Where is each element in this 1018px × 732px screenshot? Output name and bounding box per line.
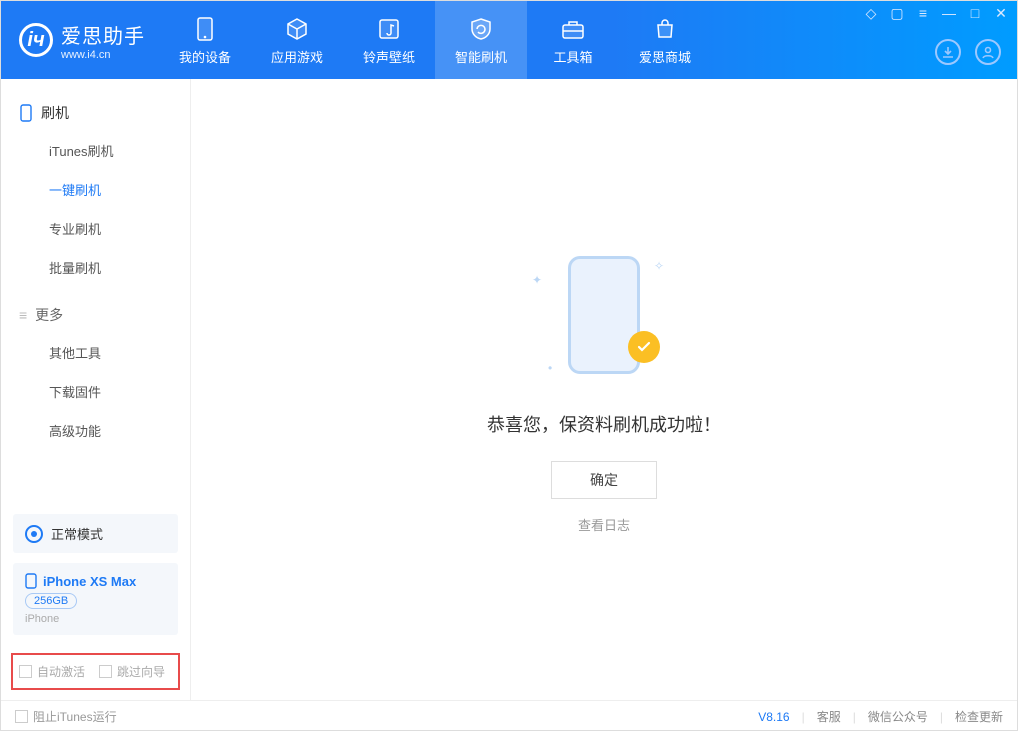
sidebar-item-download-firmware[interactable]: 下载固件 xyxy=(1,372,190,411)
device-name: iPhone XS Max xyxy=(43,574,136,589)
maximize-icon[interactable]: □ xyxy=(967,5,983,21)
main-content: ✦ ✧ • 恭喜您，保资料刷机成功啦！ 确定 查看日志 xyxy=(191,79,1017,700)
ok-button[interactable]: 确定 xyxy=(551,461,657,499)
nav-my-device[interactable]: 我的设备 xyxy=(159,1,251,79)
top-nav: 我的设备 应用游戏 铃声壁纸 智能刷机 工具箱 爱思商城 xyxy=(159,1,711,79)
app-subtitle: www.i4.cn xyxy=(61,49,145,61)
sidebar: 刷机 iTunes刷机 一键刷机 专业刷机 批量刷机 ≡ 更多 其他工具 下载固… xyxy=(1,79,191,700)
status-bar: 阻止iTunes运行 V8.16 | 客服 | 微信公众号 | 检查更新 xyxy=(1,700,1017,732)
hamburger-icon: ≡ xyxy=(19,307,27,323)
nav-apps-games[interactable]: 应用游戏 xyxy=(251,1,343,79)
sidebar-item-other-tools[interactable]: 其他工具 xyxy=(1,333,190,372)
sidebar-item-advanced[interactable]: 高级功能 xyxy=(1,411,190,450)
logo-area: iч 爱思助手 www.i4.cn xyxy=(1,1,159,79)
device-mode-box[interactable]: 正常模式 xyxy=(13,514,178,553)
device-phone-icon xyxy=(25,573,37,589)
app-header: iч 爱思助手 www.i4.cn 我的设备 应用游戏 铃声壁纸 智能刷机 工具… xyxy=(1,1,1017,79)
refresh-shield-icon xyxy=(467,15,495,43)
view-log-link[interactable]: 查看日志 xyxy=(578,515,630,534)
user-icon[interactable] xyxy=(975,39,1001,65)
sidebar-group-flash[interactable]: 刷机 xyxy=(1,95,190,131)
checkbox-icon xyxy=(19,665,32,678)
close-icon[interactable]: ✕ xyxy=(993,5,1009,21)
toolbox-icon xyxy=(559,15,587,43)
sidebar-item-oneclick-flash[interactable]: 一键刷机 xyxy=(1,170,190,209)
block-itunes-checkbox[interactable]: 阻止iTunes运行 xyxy=(15,708,117,725)
minimize-icon[interactable]: ― xyxy=(941,5,957,21)
footer-link-update[interactable]: 检查更新 xyxy=(955,708,1003,725)
skip-wizard-checkbox[interactable]: 跳过向导 xyxy=(99,663,165,680)
sidebar-item-pro-flash[interactable]: 专业刷机 xyxy=(1,209,190,248)
success-message: 恭喜您，保资料刷机成功啦！ xyxy=(487,411,721,437)
menu-icon[interactable]: ≡ xyxy=(915,5,931,21)
app-logo-icon: iч xyxy=(19,23,53,57)
app-title: 爱思助手 xyxy=(61,20,145,49)
device-storage-badge: 256GB xyxy=(25,593,77,609)
sidebar-item-batch-flash[interactable]: 批量刷机 xyxy=(1,248,190,287)
success-illustration: ✦ ✧ • xyxy=(514,245,694,385)
device-type: iPhone xyxy=(25,613,166,625)
mode-indicator-icon xyxy=(25,525,43,543)
nav-ringtones-wallpapers[interactable]: 铃声壁纸 xyxy=(343,1,435,79)
footer-link-wechat[interactable]: 微信公众号 xyxy=(868,708,928,725)
download-icon[interactable] xyxy=(935,39,961,65)
phone-illustration-icon xyxy=(568,256,640,374)
cube-icon xyxy=(283,15,311,43)
auto-activate-checkbox[interactable]: 自动激活 xyxy=(19,663,85,680)
phone-icon xyxy=(191,15,219,43)
device-info-box[interactable]: iPhone XS Max 256GB iPhone xyxy=(13,563,178,635)
header-actions xyxy=(935,39,1001,65)
music-note-icon xyxy=(375,15,403,43)
flash-options-highlight: 自动激活 跳过向导 xyxy=(11,653,180,690)
checkbox-icon xyxy=(99,665,112,678)
phone-outline-icon xyxy=(19,104,33,122)
checkbox-icon xyxy=(15,710,28,723)
success-check-icon xyxy=(628,331,660,363)
nav-smart-flash[interactable]: 智能刷机 xyxy=(435,1,527,79)
device-mode-label: 正常模式 xyxy=(51,524,103,543)
shirt-icon[interactable]: ◇ xyxy=(863,5,879,21)
sidebar-item-itunes-flash[interactable]: iTunes刷机 xyxy=(1,131,190,170)
window-controls: ◇ ▢ ≡ ― □ ✕ xyxy=(863,5,1009,21)
version-label: V8.16 xyxy=(758,710,789,724)
box-icon[interactable]: ▢ xyxy=(889,5,905,21)
nav-store[interactable]: 爱思商城 xyxy=(619,1,711,79)
nav-toolbox[interactable]: 工具箱 xyxy=(527,1,619,79)
footer-link-support[interactable]: 客服 xyxy=(817,708,841,725)
shopping-bag-icon xyxy=(651,15,679,43)
sidebar-group-more[interactable]: ≡ 更多 xyxy=(1,297,190,333)
